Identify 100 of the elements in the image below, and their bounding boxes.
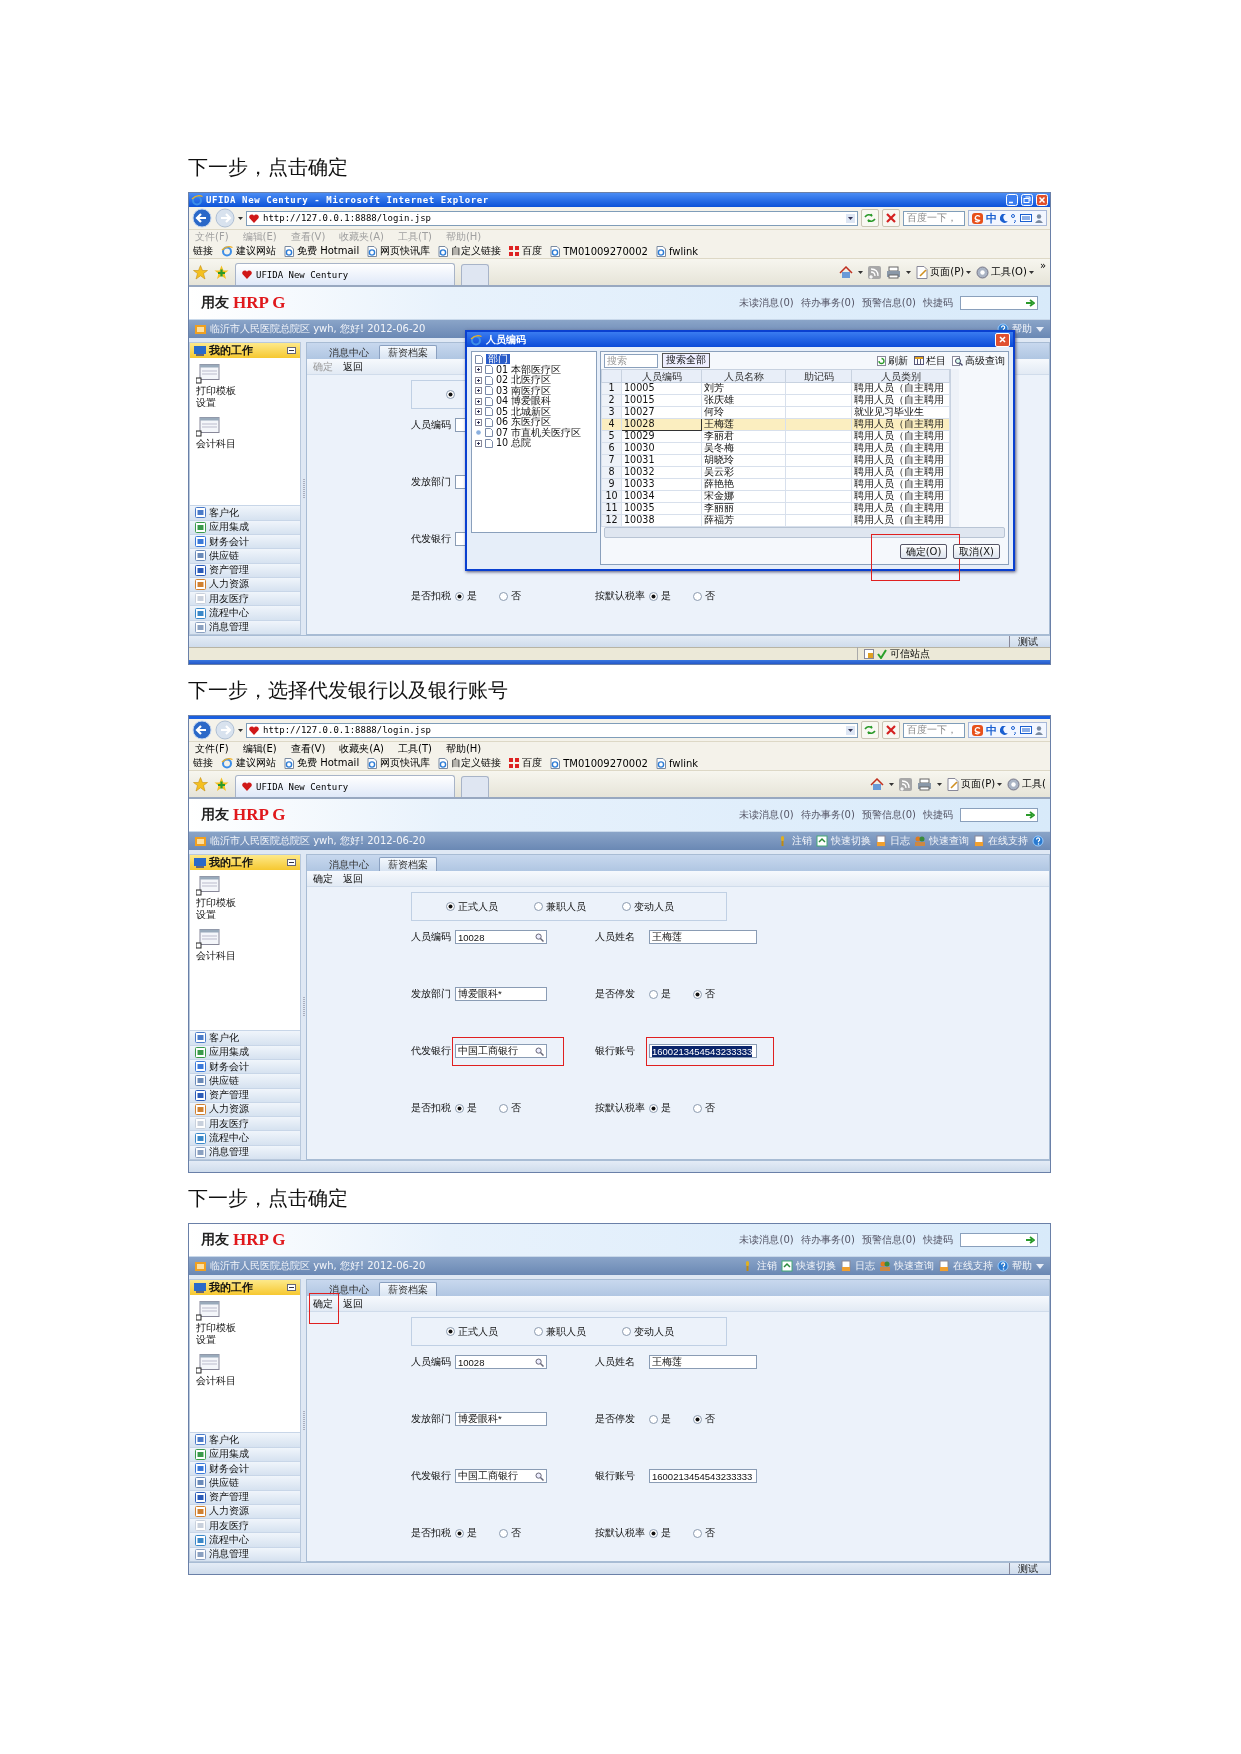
module-item[interactable]: 供应链	[190, 1475, 300, 1490]
tree-item[interactable]: 06 东医疗区	[475, 417, 593, 428]
header-link[interactable]: 预警信息(0)	[861, 296, 916, 310]
header-link[interactable]: 待办事务(0)	[800, 296, 855, 310]
text-field[interactable]: 1600213454543233333	[649, 1044, 757, 1058]
module-item[interactable]: 供应链	[190, 548, 300, 563]
search-all-button[interactable]: 搜索全部	[662, 353, 710, 368]
module-item[interactable]: 客户化	[190, 1432, 300, 1447]
table-row[interactable]: 9 10033 薛艳艳 聘用人员（自主聘用	[601, 478, 950, 491]
radio-option[interactable]: 否	[693, 1101, 715, 1115]
radio-option[interactable]: 正式人员	[446, 899, 534, 914]
module-item[interactable]: 流程中心	[190, 1532, 300, 1547]
header-link[interactable]: 未读消息(0)	[739, 296, 794, 310]
tree-item[interactable]: 02 北医疗区	[475, 375, 593, 386]
text-field[interactable]: 王梅莲	[649, 1355, 757, 1369]
toolbar-button[interactable]: 确定	[313, 1296, 333, 1311]
browser-tab[interactable]: UFIDA New Century	[235, 263, 455, 285]
lookup-field[interactable]: 10028	[455, 930, 547, 944]
menu-item[interactable]: 工具(T)	[398, 742, 432, 756]
table-row[interactable]: 4 10028 王梅莲 聘用人员（自主聘用	[601, 418, 950, 431]
search-field[interactable]: 百度一下，	[903, 210, 965, 226]
favorite-link[interactable]: 自定义链接	[438, 244, 502, 258]
favorite-link[interactable]: 免费 Hotmail	[284, 244, 360, 258]
module-item[interactable]: 客户化	[190, 1030, 300, 1045]
radio-option[interactable]: 是	[455, 1101, 477, 1115]
radio-option[interactable]: 否	[499, 589, 521, 603]
menu-item[interactable]: 查看(V)	[290, 742, 326, 756]
input-mode-toggle[interactable]: 中	[986, 210, 997, 226]
menu-item[interactable]: 帮助(H)	[445, 742, 482, 756]
browser-tab[interactable]: UFIDA New Century	[235, 775, 455, 797]
tools-menu-button[interactable]: 工具(	[1007, 777, 1046, 791]
favorite-link[interactable]: 网页快讯库	[367, 244, 431, 258]
radio-option[interactable]: 正式人员	[446, 1324, 534, 1339]
module-item[interactable]: 流程中心	[190, 1130, 300, 1145]
tab[interactable]: 薪资档案	[379, 857, 437, 871]
header-link[interactable]: 未读消息(0)	[739, 1233, 794, 1247]
table-row[interactable]: 5 10029 李丽君 聘用人员（自主聘用	[601, 430, 950, 443]
tree-item[interactable]: 05 北城新区	[475, 406, 593, 417]
tools-menu-button[interactable]: 工具(O)	[976, 265, 1034, 279]
page-menu-button[interactable]: 页面(P)	[916, 265, 972, 279]
favorite-link[interactable]: 免费 Hotmail	[284, 756, 360, 770]
radio-option[interactable]: 否	[499, 1101, 521, 1115]
toolbar-button[interactable]: 确定	[313, 871, 333, 886]
radio-option[interactable]: 是	[649, 1101, 671, 1115]
toolbar-button[interactable]: 高级查询	[952, 353, 1005, 368]
text-field[interactable]: 1600213454543233333	[649, 1469, 757, 1483]
module-item[interactable]: 用友医疗	[190, 1518, 300, 1533]
shortcut-item[interactable]: 打印模板设置	[196, 1301, 238, 1346]
favorite-link[interactable]: TM01009270002	[550, 245, 648, 257]
radio-option[interactable]: 变动人员	[622, 899, 710, 914]
table-row[interactable]: 6 10030 吴冬梅 聘用人员（自主聘用	[601, 442, 950, 455]
tree-item[interactable]: 部门	[486, 354, 510, 365]
tree-item[interactable]: 04 博爱眼科	[475, 396, 593, 407]
module-item[interactable]: 用友医疗	[190, 591, 300, 606]
favorite-link[interactable]: 网页快讯库	[367, 756, 431, 770]
shortcut-item[interactable]: 会计科目	[196, 417, 238, 450]
tab[interactable]: 薪资档案	[379, 1282, 437, 1296]
radio-option[interactable]: 是	[649, 589, 671, 603]
toolbar-button[interactable]: 栏目	[914, 353, 946, 368]
favorite-link[interactable]: 百度	[509, 244, 543, 258]
table-row[interactable]: 10 10034 宋金娜 聘用人员（自主聘用	[601, 490, 950, 503]
table-row[interactable]: 7 10031 胡晓玲 聘用人员（自主聘用	[601, 454, 950, 467]
dialog-button[interactable]: 取消(X)	[953, 543, 1000, 559]
toolbar-button[interactable]: 返回	[343, 871, 363, 886]
address-field[interactable]: http://127.0.0.1:8888/login.jsp	[246, 210, 858, 226]
toolbar-button[interactable]: 刷新	[877, 353, 908, 368]
toolbar-overflow[interactable]: »	[1039, 260, 1046, 271]
shortcut-item[interactable]: 会计科目	[196, 1354, 238, 1387]
radio-option[interactable]: 否	[693, 589, 715, 603]
shortcut-item[interactable]: 打印模板设置	[196, 364, 238, 409]
text-field[interactable]: 王梅莲	[649, 930, 757, 944]
radio-option[interactable]: 变动人员	[622, 1324, 710, 1339]
tab[interactable]: 消息中心	[321, 346, 377, 359]
radio-option[interactable]: 兼职人员	[534, 1324, 622, 1339]
module-item[interactable]: 流程中心	[190, 605, 300, 620]
address-field[interactable]: http://127.0.0.1:8888/login.jsp	[246, 722, 858, 738]
radio-option[interactable]: 兼职人员	[534, 899, 622, 914]
header-link[interactable]: 待办事务(0)	[800, 1233, 855, 1247]
menu-item[interactable]: 编辑(E)	[242, 742, 277, 756]
radio-option[interactable]: 是	[649, 1412, 671, 1426]
toolbar-button[interactable]: 返回	[343, 1296, 363, 1311]
tree-item[interactable]: 07 市直机关医疗区	[475, 427, 593, 438]
favorite-link[interactable]: 建议网站	[221, 756, 276, 770]
favorite-link[interactable]: 自定义链接	[438, 756, 502, 770]
radio-option[interactable]: 是	[649, 1526, 671, 1540]
tab[interactable]: 薪资档案	[379, 345, 437, 359]
tree-item[interactable]: 01 本部医疗区	[475, 364, 593, 375]
favorite-link[interactable]: TM01009270002	[550, 757, 648, 769]
tree-item[interactable]: 03 南医疗区	[475, 385, 593, 396]
radio-option[interactable]: 否	[693, 987, 715, 1001]
dialog-button[interactable]: 确定(O)	[899, 543, 948, 559]
header-link[interactable]: 待办事务(0)	[800, 808, 855, 822]
shortcut-item[interactable]: 会计科目	[196, 929, 238, 962]
radio-option[interactable]: 否	[499, 1526, 521, 1540]
text-field[interactable]: 博爱眼科*	[455, 987, 547, 1001]
toolbar-button[interactable]: 返回	[343, 359, 363, 374]
table-row[interactable]: 12 10038 薛福芳 聘用人员（自主聘用	[601, 514, 950, 527]
module-item[interactable]: 供应链	[190, 1073, 300, 1088]
table-row[interactable]: 2 10015 张庆雄 聘用人员（自主聘用	[601, 394, 950, 407]
lookup-field[interactable]: 中国工商银行	[455, 1469, 547, 1483]
